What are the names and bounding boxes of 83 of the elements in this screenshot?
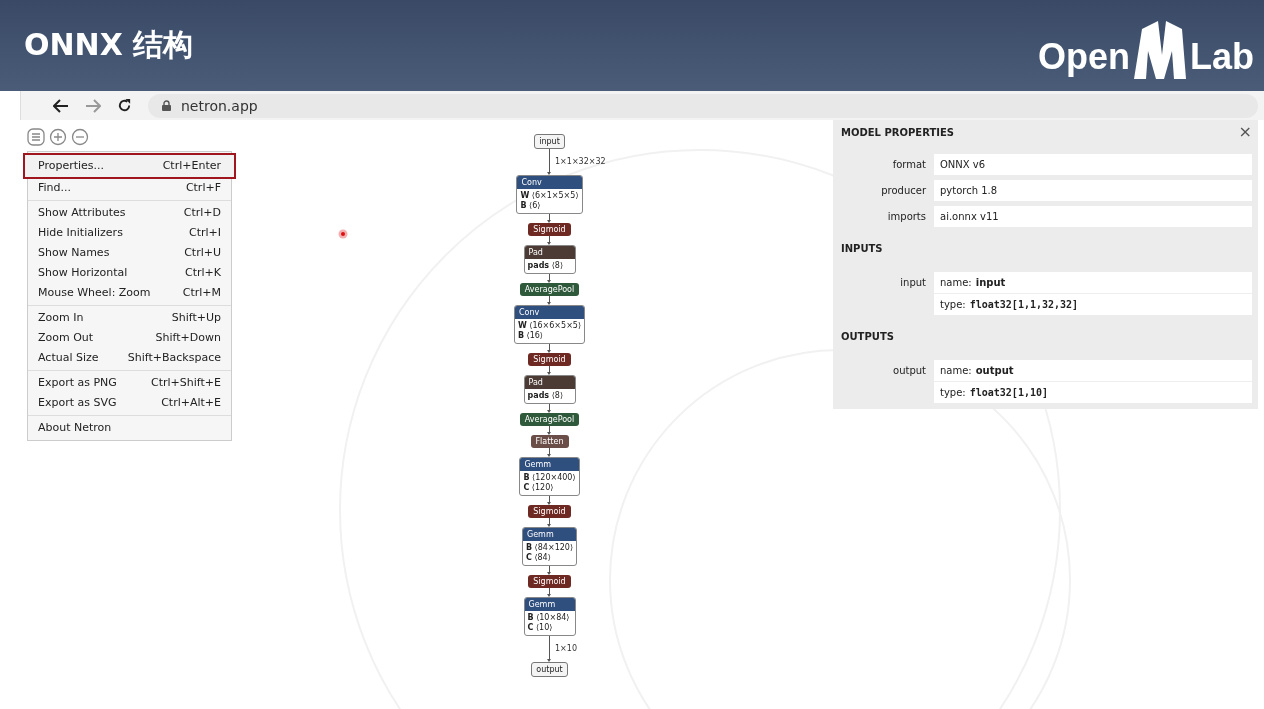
menu-item[interactable]: About Netron — [28, 418, 231, 438]
lock-icon — [162, 100, 171, 111]
slide-title: ONNX 结构 — [24, 26, 194, 64]
menu-item[interactable]: Hide Initializers Ctrl+I — [28, 223, 231, 243]
menu-item[interactable]: Find... Ctrl+F — [28, 178, 231, 198]
graph-node[interactable]: Conv W ⟨6×1×5×5⟩ B ⟨6⟩ — [516, 175, 583, 214]
type-value: float32[1,1,32,32] — [969, 299, 1079, 310]
menu-item[interactable]: Export as PNG Ctrl+Shift+E — [28, 373, 231, 393]
panel-title: MODEL PROPERTIES — [841, 126, 954, 138]
node-attribute: C ⟨120⟩ — [523, 483, 555, 493]
property-value: pytorch 1.8 — [934, 180, 1252, 201]
graph-node[interactable]: input — [534, 134, 565, 149]
section-title: OUTPUTS — [841, 331, 895, 342]
graph-node[interactable]: Pad pads ⟨8⟩ — [523, 375, 576, 404]
back-icon[interactable] — [53, 98, 69, 113]
menu-item[interactable]: Show Horizontal Ctrl+K — [28, 263, 231, 283]
name-value: input — [975, 277, 1006, 288]
graph-node[interactable]: Sigmoid — [528, 505, 571, 518]
menu-item[interactable]: Zoom In Shift+Up — [28, 308, 231, 328]
node-header: Gemm — [522, 528, 576, 541]
property-label: format — [891, 158, 926, 170]
type-label: type: — [940, 299, 966, 310]
graph-node[interactable]: Sigmoid — [528, 353, 571, 366]
menu-icon[interactable] — [27, 128, 45, 146]
type-value: float32[1,10] — [969, 387, 1048, 398]
graph-node[interactable]: Gemm B ⟨10×84⟩ C ⟨10⟩ — [523, 597, 576, 636]
name-label: name: — [940, 365, 972, 376]
menu-item[interactable]: Show Attributes Ctrl+D — [28, 203, 231, 223]
node-attribute: B ⟨120×400⟩ — [523, 473, 576, 483]
cursor-dot-icon — [338, 229, 348, 239]
menu-item[interactable]: Actual Size Shift+Backspace — [28, 348, 231, 368]
property-value: ONNX v6 — [934, 154, 1252, 175]
logo-text: Lab — [1190, 38, 1254, 79]
node-attribute: W ⟨16×6×5×5⟩ — [517, 321, 582, 331]
node-header: Conv — [517, 176, 582, 189]
graph-node[interactable]: Gemm B ⟨120×400⟩ C ⟨120⟩ — [519, 457, 580, 496]
zoom-in-icon[interactable] — [49, 128, 67, 146]
name-label: name: — [940, 277, 972, 288]
address-field[interactable]: netron.app — [148, 93, 1258, 118]
graph-node[interactable]: Sigmoid — [528, 223, 571, 236]
logo-text: Open — [1037, 38, 1130, 79]
node-attribute: B ⟨10×84⟩ — [527, 613, 571, 623]
graph-node[interactable]: AveragePool — [519, 413, 580, 426]
zoom-out-icon[interactable] — [71, 128, 89, 146]
node-attribute: C ⟨84⟩ — [525, 553, 552, 563]
graph-node[interactable]: output — [531, 662, 568, 677]
graph-node[interactable]: Gemm B ⟨84×120⟩ C ⟨84⟩ — [521, 527, 577, 566]
menu-item[interactable]: Export as SVG Ctrl+Alt+E — [28, 393, 231, 413]
section-title: INPUTS — [841, 243, 884, 254]
menu-item[interactable]: Zoom Out Shift+Down — [28, 328, 231, 348]
menu-item[interactable]: Show Names Ctrl+U — [28, 243, 231, 263]
property-label: input — [899, 276, 926, 288]
reload-icon[interactable] — [117, 98, 132, 113]
menu-item[interactable]: Mouse Wheel: Zoom Ctrl+M — [28, 283, 231, 303]
node-attribute: W ⟨6×1×5×5⟩ — [520, 191, 579, 201]
edge-label: 1×1×32×32 — [555, 157, 606, 166]
node-header: Pad — [524, 376, 575, 389]
node-attribute: B ⟨16⟩ — [517, 331, 544, 341]
edge-label: 1×10 — [555, 644, 577, 653]
property-label: producer — [880, 184, 926, 196]
graph-node[interactable]: AveragePool — [519, 283, 580, 296]
node-header: Gemm — [520, 458, 579, 471]
node-attribute: B ⟨6⟩ — [520, 201, 542, 211]
forward-icon[interactable] — [85, 98, 101, 113]
url-text: netron.app — [181, 97, 258, 114]
close-button[interactable]: × — [1238, 124, 1252, 140]
graph-node[interactable]: Pad pads ⟨8⟩ — [523, 245, 576, 274]
menu-item[interactable]: Properties... Ctrl+Enter — [24, 154, 235, 178]
name-value: output — [975, 365, 1014, 376]
graph-node[interactable]: Conv W ⟨16×6×5×5⟩ B ⟨16⟩ — [513, 305, 586, 344]
graph-node[interactable]: Sigmoid — [528, 575, 571, 588]
node-header: Pad — [524, 246, 575, 259]
property-value: ai.onnx v11 — [934, 206, 1252, 227]
node-attribute: pads ⟨8⟩ — [527, 261, 564, 271]
property-label: imports — [886, 210, 926, 222]
node-attribute: C ⟨10⟩ — [527, 623, 554, 633]
node-attribute: B ⟨84×120⟩ — [525, 543, 573, 553]
node-header: Gemm — [524, 598, 575, 611]
node-header: Conv — [514, 306, 585, 319]
node-attribute: pads ⟨8⟩ — [527, 391, 564, 401]
type-label: type: — [940, 387, 966, 398]
property-label: output — [892, 364, 926, 376]
graph-node[interactable]: Flatten — [530, 435, 569, 448]
